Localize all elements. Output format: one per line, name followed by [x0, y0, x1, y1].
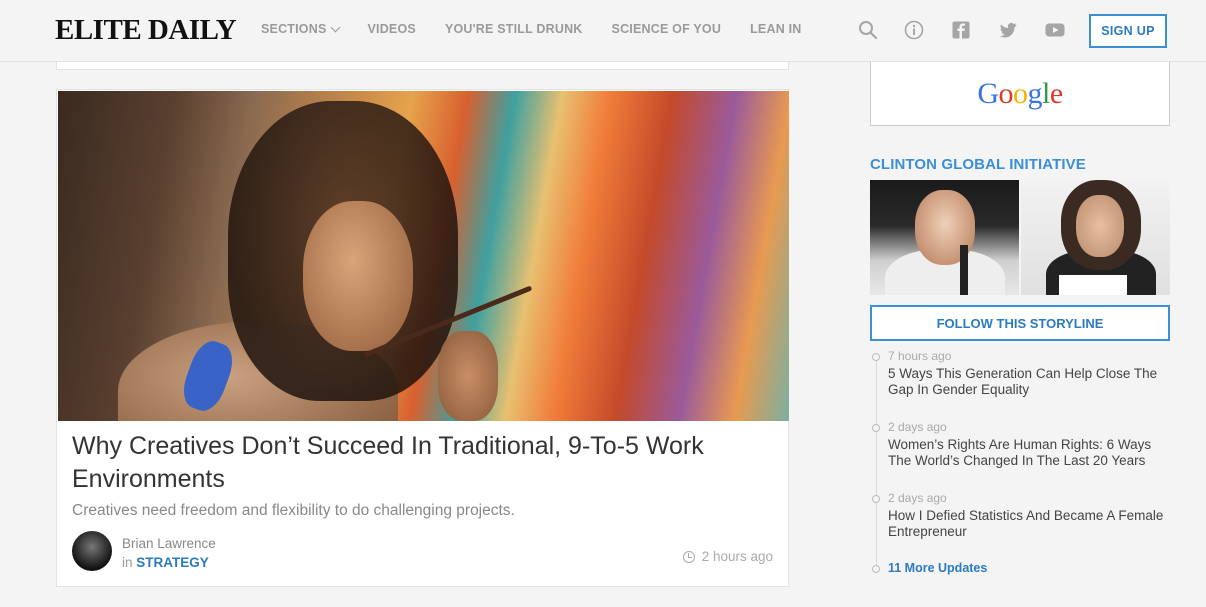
- storyline-image-left[interactable]: [870, 180, 1019, 295]
- storyline-title[interactable]: CLINTON GLOBAL INITIATIVE: [870, 156, 1086, 173]
- nav-lean-in[interactable]: LEAN IN: [750, 22, 801, 36]
- timeline-dot: [872, 424, 880, 432]
- storyline-image-right[interactable]: [1021, 180, 1170, 295]
- timeline-time: 2 days ago: [888, 491, 947, 505]
- info-icon[interactable]: [904, 20, 924, 40]
- youtube-icon[interactable]: [1045, 20, 1065, 40]
- previous-article-card-edge: [56, 62, 789, 70]
- timeline-dot: [872, 495, 880, 503]
- timeline-headline[interactable]: How I Defied Statistics And Became A Fem…: [888, 508, 1173, 540]
- author-avatar[interactable]: [72, 531, 112, 571]
- site-logo[interactable]: ELITE DAILY: [55, 14, 237, 47]
- search-icon[interactable]: [858, 20, 878, 40]
- follow-storyline-button[interactable]: FOLLOW THIS STORYLINE: [870, 305, 1170, 341]
- sign-up-button[interactable]: SIGN UP: [1089, 14, 1167, 48]
- article-card: Why Creatives Don’t Succeed In Tradition…: [56, 89, 789, 587]
- timeline-headline[interactable]: Women’s Rights Are Human Rights: 6 Ways …: [888, 437, 1173, 469]
- hero-face-shape: [303, 201, 413, 351]
- facebook-icon[interactable]: [951, 20, 971, 40]
- nav-videos[interactable]: VIDEOS: [368, 22, 416, 36]
- article-timestamp: 2 hours ago: [682, 549, 773, 564]
- article-title[interactable]: Why Creatives Don’t Succeed In Tradition…: [72, 430, 772, 496]
- more-updates-link[interactable]: 11 More Updates: [888, 561, 987, 575]
- article-hero-image[interactable]: [58, 91, 789, 421]
- timestamp-text: 2 hours ago: [701, 549, 773, 564]
- image-paper-shape: [1059, 275, 1127, 295]
- google-ad[interactable]: Google: [870, 62, 1170, 126]
- main-nav: SECTIONS VIDEOS YOU'RE STILL DRUNK SCIEN…: [261, 22, 831, 36]
- timeline-line: [876, 355, 877, 570]
- google-logo: Google: [977, 76, 1063, 110]
- timeline-headline[interactable]: 5 Ways This Generation Can Help Close Th…: [888, 366, 1173, 398]
- category-link[interactable]: STRATEGY: [136, 555, 209, 570]
- hero-hand-shape: [438, 331, 498, 421]
- site-header: ELITE DAILY SECTIONS VIDEOS YOU'RE STILL…: [0, 0, 1206, 62]
- author-name[interactable]: Brian Lawrence: [122, 536, 216, 551]
- nav-youre-still-drunk[interactable]: YOU'RE STILL DRUNK: [445, 22, 583, 36]
- twitter-icon[interactable]: [998, 20, 1018, 40]
- timeline-time: 2 days ago: [888, 420, 947, 434]
- nav-sections-label: SECTIONS: [261, 22, 327, 36]
- timeline-dot: [872, 353, 880, 361]
- article-dek: Creatives need freedom and flexibility t…: [72, 502, 515, 519]
- timeline-dot: [872, 565, 880, 573]
- chevron-down-icon: [330, 22, 340, 32]
- image-head-shape: [1076, 195, 1124, 257]
- timeline-time: 7 hours ago: [888, 349, 952, 363]
- nav-science-of-you[interactable]: SCIENCE OF YOU: [612, 22, 722, 36]
- nav-sections[interactable]: SECTIONS: [261, 22, 340, 36]
- clock-icon: [682, 550, 695, 563]
- image-mic-shape: [960, 245, 968, 295]
- category-prefix: in: [122, 555, 133, 570]
- article-category-line: in STRATEGY: [122, 555, 209, 570]
